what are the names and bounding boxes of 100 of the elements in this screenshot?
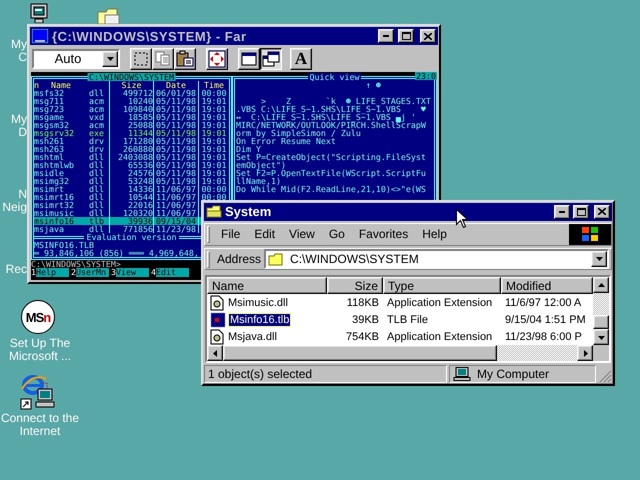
file-extension: tlb [89,217,110,225]
file-name[interactable]: msg711 [34,97,89,105]
file-time: 19:01 [200,137,228,145]
file-name[interactable]: msfs32 [34,89,89,97]
four-arrows-icon [208,50,226,68]
fullscreen-button[interactable] [260,48,282,70]
file-name[interactable]: Msimusic.dll [227,296,289,309]
file-extension: exe [89,129,110,137]
scroll-thumb[interactable] [593,315,609,330]
minimize-button[interactable] [554,204,570,219]
panel-title: Quick view [308,73,362,81]
file-extension: dll [89,225,110,233]
paste-button[interactable] [174,48,196,70]
file-name[interactable]: msgsm32 [34,121,89,129]
file-name[interactable]: msjava [34,225,89,233]
file-name[interactable]: msimrt [34,185,89,193]
file-name[interactable]: mshtml [34,153,89,161]
file-date: 05/11/98 [154,121,199,129]
msn-logo-icon: MSn [21,300,55,334]
file-name[interactable]: msgame [34,113,89,121]
menu-item[interactable]: Go [322,225,352,244]
file-time: 00:00 [200,185,228,193]
file-size: 171280 [110,137,154,145]
down-arrow-icon [598,334,604,341]
dropdown-button[interactable] [102,50,118,66]
file-name[interactable]: msgsrv32 [34,129,89,137]
file-name[interactable]: msg723 [34,105,89,113]
file-name[interactable]: Msjava.dll [227,330,278,343]
file-date: 05/11/98 [154,169,199,177]
scroll-arrow-button[interactable] [593,277,609,294]
text-line: Dim Y [236,145,261,153]
menu-item[interactable]: Favorites [352,225,416,244]
maximize-button[interactable] [573,204,589,219]
address-field[interactable]: C:\WINDOWS\SYSTEM [264,249,609,269]
file-extension: dll [89,153,110,161]
resize-button[interactable] [206,48,228,70]
file-name[interactable]: msimusic [34,209,89,217]
file-size: 11344 [110,129,154,137]
scroll-arrow-button[interactable] [577,345,593,362]
column-header[interactable]: Name [207,277,327,294]
file-size: 18585 [110,113,154,121]
menu-item[interactable]: Help [415,225,454,244]
file-date: 05/11/98 [154,161,199,169]
file-date: 05/11/98 [154,97,199,105]
scroll-arrow-button[interactable] [593,329,609,346]
menu-item[interactable]: File [214,225,248,244]
dropdown-button[interactable] [591,251,607,267]
desktop-icon-label: Rec [4,263,27,276]
text-line: Do While Mid(F2.ReadLine,21,10)<>"e(WS [236,185,426,193]
file-type: TLB File [386,314,429,326]
computer-icon [453,367,471,382]
file-extension: acm [89,97,110,105]
file-name[interactable]: msinfo16 [34,217,89,225]
file-name[interactable]: msh261 [34,137,89,145]
close-button[interactable] [594,204,610,219]
file-modified: 11/23/98 6:00 P [504,330,583,343]
gear-file-icon [210,294,224,311]
file-extension: vxd [89,113,110,121]
copy-button[interactable] [152,48,174,70]
file-name[interactable]: msimrt16 [34,193,89,201]
close-icon [598,208,606,216]
desktop-icon-label: My C [10,38,27,64]
file-name[interactable]: msh263 [34,145,89,153]
file-size: 24576 [110,169,154,177]
scroll-thumb[interactable] [223,345,497,362]
close-button[interactable] [420,29,436,43]
panel-path: C:\WINDOWS\SYSTEM [87,73,176,81]
text-line: emObject") [236,161,286,169]
window-button[interactable] [238,48,260,70]
minimize-button[interactable] [378,29,394,43]
column-header: Name [51,81,71,89]
file-time: 19:01 [200,113,228,121]
maximize-button[interactable] [398,29,414,43]
horizontal-scrollbar[interactable] [207,345,593,362]
file-date: 05/11/98 [154,113,199,121]
vertical-scrollbar[interactable] [593,277,609,346]
file-date: 05/11/98 [154,177,199,185]
select-button[interactable] [130,48,152,70]
file-size: 771856 [110,225,154,233]
copy-icon [155,51,171,66]
font-button[interactable]: A [290,48,312,70]
file-name[interactable]: msimrt32 [34,201,89,209]
file-name[interactable]: msidle [34,169,89,177]
column-header[interactable]: Size [327,277,383,294]
scroll-arrow-button[interactable] [207,345,223,362]
menu-item[interactable]: Edit [247,225,282,244]
desktop-icon-label: N Neig [1,188,27,214]
clock: 23:0 [415,72,437,80]
resize-grip-icon[interactable] [598,369,612,383]
file-name[interactable]: msimg32 [34,177,89,185]
windows-icon [262,50,280,66]
file-name[interactable]: mshtmlwb [34,161,89,169]
column-header[interactable]: Modified [501,277,593,294]
menu-item[interactable]: View [282,225,322,244]
windows-logo-icon [569,224,611,245]
column-header[interactable]: Type [383,277,501,294]
file-size: 10544 [110,193,154,201]
file-date: 11/06/97 [154,201,199,209]
file-name[interactable]: Msinfo16.tlb [229,314,290,326]
minimize-icon [383,35,389,37]
